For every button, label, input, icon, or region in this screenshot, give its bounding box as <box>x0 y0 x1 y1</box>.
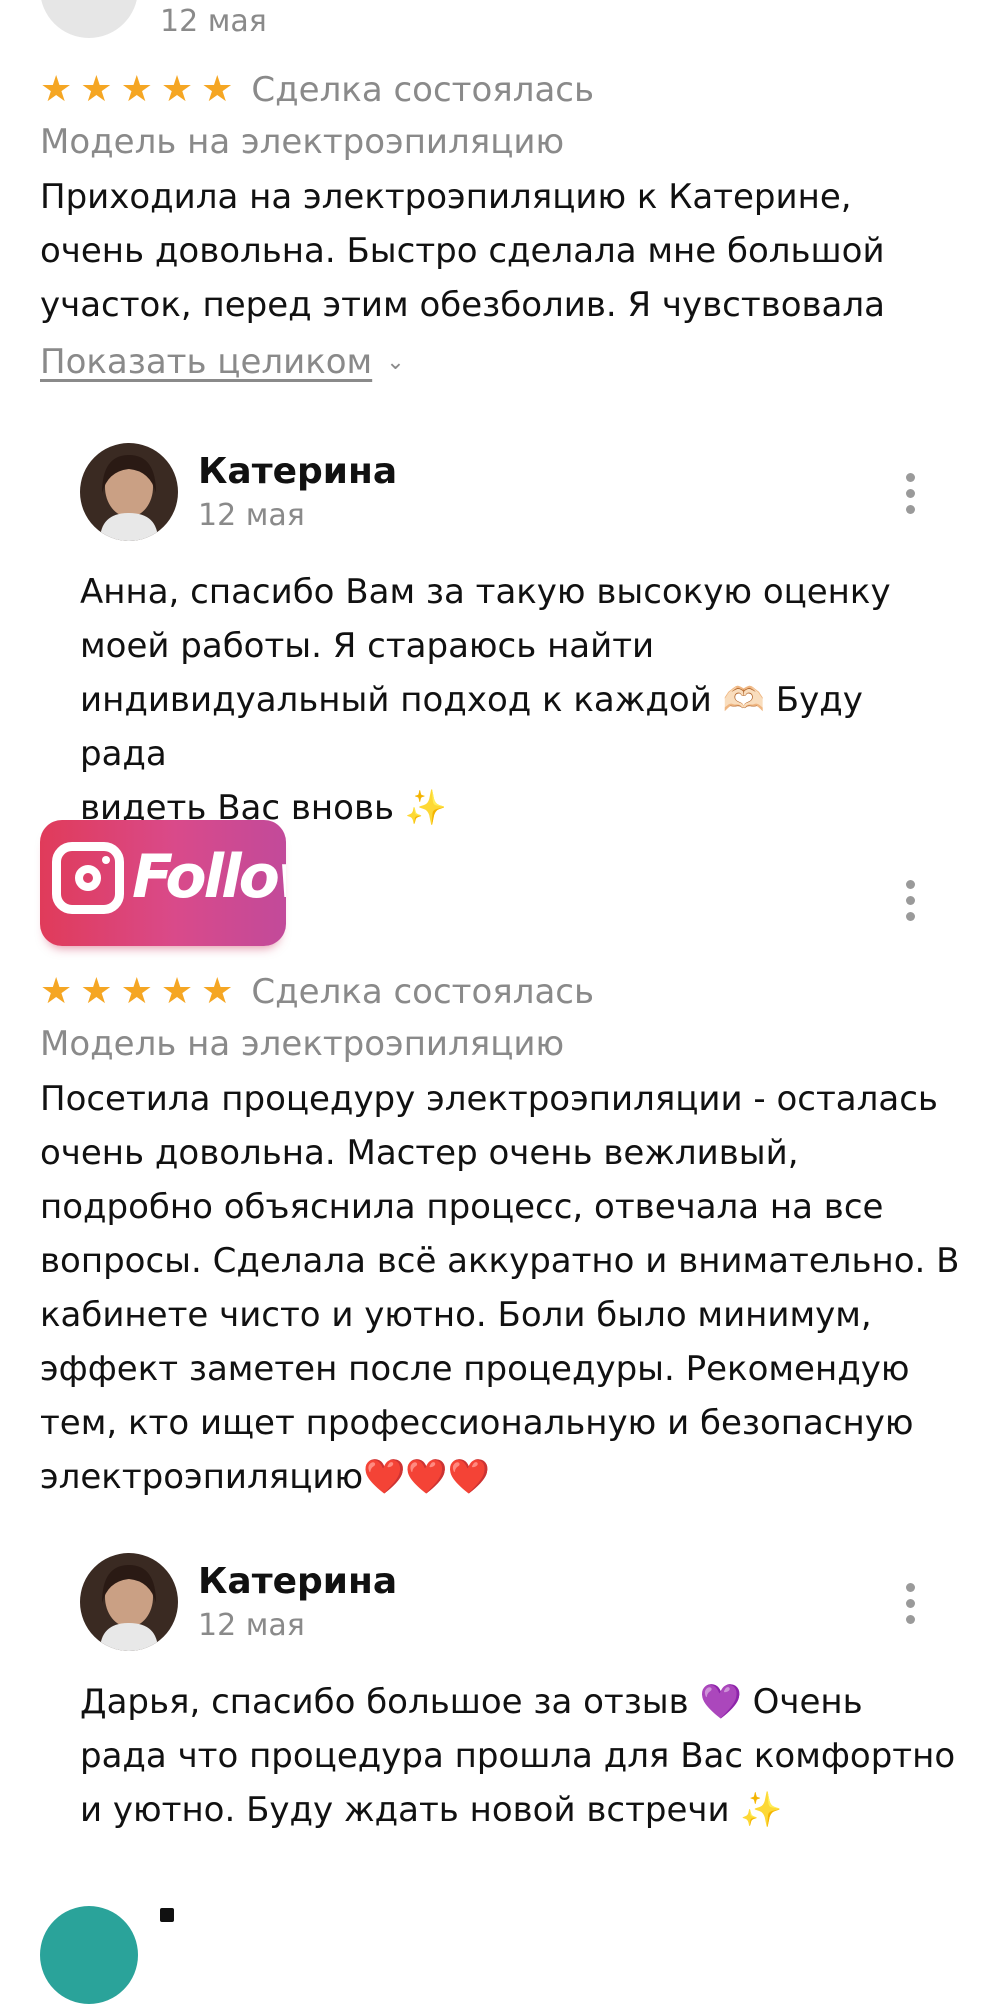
star-icon: ★ <box>80 971 113 1012</box>
reply-text-line: индивидуальный подход к каждой 🫶🏻 Буду р… <box>80 680 863 774</box>
chevron-down-icon: ⌄ <box>386 349 405 375</box>
review-text-line: кабинете чисто и уютно. Боли было миниму… <box>40 1295 872 1335</box>
review-category: Модель на электроэпиляцию <box>40 1024 565 1064</box>
avatar-photo <box>80 1553 178 1651</box>
review-text: Посетила процедуру электроэпиляции - ост… <box>40 1072 970 1504</box>
review-text-line: Приходила на электроэпиляцию к Катерине, <box>40 177 852 217</box>
more-vertical-icon[interactable] <box>898 473 922 514</box>
review-text-line: участок, перед этим обезболив. Я чувство… <box>40 285 885 325</box>
reply-text-line: и уютно. Буду ждать новой встречи ✨ <box>80 1790 783 1830</box>
next-reviewer-avatar-partial[interactable] <box>40 1906 138 2004</box>
more-vertical-icon[interactable] <box>898 1583 922 1624</box>
reply-1: Катерина 12 мая Анна, спасибо Вам за так… <box>80 443 960 835</box>
reply-date: 12 мая <box>198 1608 305 1643</box>
deal-status: Сделка состоялась <box>251 70 595 110</box>
deal-status: Сделка состоялась <box>251 972 595 1012</box>
review-text-line: очень довольна. Мастер очень вежливый, <box>40 1133 799 1173</box>
star-icon: ★ <box>120 971 153 1012</box>
show-full-link[interactable]: Показать целиком ⌄ <box>40 342 960 382</box>
avatar[interactable] <box>80 1553 178 1651</box>
reviewer-avatar-partial <box>40 0 138 38</box>
star-icon: ★ <box>160 69 194 110</box>
review-text-line: подробно объяснила процесс, отвечала на … <box>40 1187 884 1227</box>
reply-text-line: Анна, спасибо Вам за такую высокую оценк… <box>80 572 891 612</box>
rating-stars: ★ ★ ★ ★ ★ <box>40 974 233 1010</box>
star-icon: ★ <box>201 69 234 110</box>
show-full-label[interactable]: Показать целиком <box>40 342 372 382</box>
review-text-line: вопросы. Сделала всё аккуратно и внимате… <box>40 1241 960 1281</box>
star-icon: ★ <box>160 971 194 1012</box>
instagram-icon <box>52 842 124 914</box>
reply-text-line: моей работы. Я стараюсь найти <box>80 626 655 666</box>
review-date: 12 мая <box>160 4 267 39</box>
reviewer-logo[interactable]: Follow <box>40 820 286 946</box>
star-icon: ★ <box>120 69 153 110</box>
review-text-line: очень довольна. Быстро сделала мне больш… <box>40 231 885 271</box>
review-1: ★ ★ ★ ★ ★ Сделка состоялась Модель на эл… <box>40 70 960 382</box>
avatar[interactable] <box>80 443 178 541</box>
reply-date: 12 мая <box>198 498 305 533</box>
reply-author: Катерина <box>198 1561 398 1602</box>
reply-text: Дарья, спасибо большое за отзыв 💜 Очень … <box>80 1675 960 1837</box>
review-2: ★ ★ ★ ★ ★ Сделка состоялась Модель на эл… <box>40 972 970 1504</box>
reply-text: Анна, спасибо Вам за такую высокую оценк… <box>80 565 960 835</box>
review-text-line: эффект заметен после процедуры. Рекоменд… <box>40 1349 910 1389</box>
rating-stars: ★ ★ ★ ★ ★ <box>40 72 233 108</box>
review-category: Модель на электроэпиляцию <box>40 122 565 162</box>
review-text-line: электроэпиляцию❤️❤️❤️ <box>40 1457 491 1497</box>
reply-text-line: рада что процедура прошла для Вас комфор… <box>80 1736 956 1776</box>
star-icon: ★ <box>40 69 73 110</box>
review-text-line: тем, кто ищет профессиональную и безопас… <box>40 1403 914 1443</box>
more-vertical-icon[interactable] <box>898 880 922 921</box>
star-icon: ★ <box>40 971 73 1012</box>
reply-2: Катерина 12 мая Дарья, спасибо большое з… <box>80 1553 960 1837</box>
reply-author: Катерина <box>198 451 398 492</box>
reply-text-line: Дарья, спасибо большое за отзыв 💜 Очень <box>80 1682 863 1722</box>
star-icon: ★ <box>201 971 234 1012</box>
avatar-photo <box>80 443 178 541</box>
review-text: Приходила на электроэпиляцию к Катерине,… <box>40 170 960 332</box>
star-icon: ★ <box>80 69 113 110</box>
follow-text: Follow <box>132 842 286 912</box>
review-text-line: Посетила процедуру электроэпиляции - ост… <box>40 1079 938 1119</box>
